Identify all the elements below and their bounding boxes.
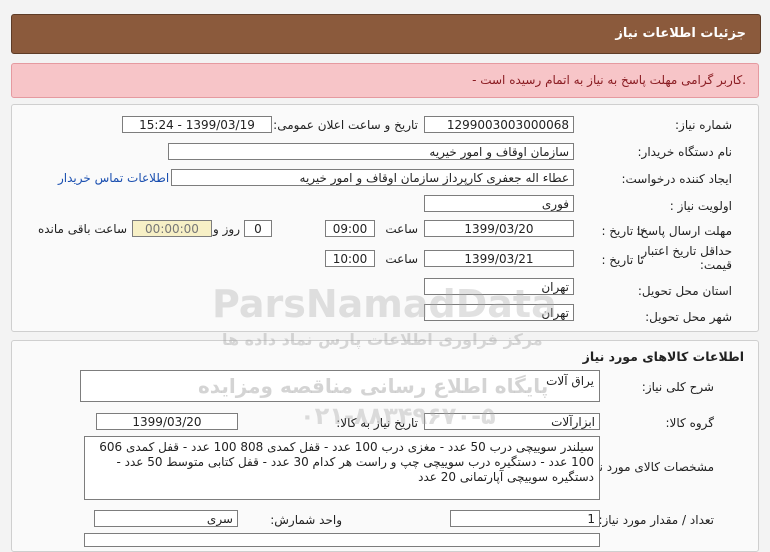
validity-to-date-label: تا تاریخ : [601,253,644,267]
province-label: استان محل تحویل: [637,284,732,298]
validity-time-label: ساعت [385,252,418,266]
goods-section-title: اطلاعات کالاهای مورد نیاز [582,349,744,364]
quantity-label: تعداد / مقدار مورد نیاز: [598,513,714,527]
group-field: ابزارآلات [424,413,600,430]
creator-field: عطاء اله جعفری کارپرداز سازمان اوقاف و ا… [171,169,574,186]
priority-label: اولویت نیاز : [669,199,732,213]
buyer-label: نام دستگاه خریدار: [637,145,733,159]
city-label: شهر محل تحویل: [645,310,732,324]
unit-label: واحد شمارش: [270,513,342,527]
deadline-time-field: 09:00 [325,220,375,237]
need-date-field: 1399/03/20 [96,413,238,430]
specs-label: مشخصات کالای مورد نیاز: [582,460,714,474]
city-field: تهران [424,304,574,321]
page-title: جزئیات اطلاعات نیاز [615,26,746,41]
validity-label-1: حداقل تاریخ اعتبار [641,244,732,258]
validity-date-field: 1399/03/21 [424,250,574,267]
need-number-label: شماره نیاز: [675,118,732,132]
buyer-field: سازمان اوقاف و امور خیریه [168,143,574,160]
unit-field: سری [94,510,238,527]
page-header: جزئیات اطلاعات نیاز [11,14,761,54]
need-number-field: 1299003003000068 [424,116,574,133]
remaining-time-field: 00:00:00 [132,220,212,237]
group-label: گروه کالا: [665,416,715,430]
need-date-label: تاریخ نیاز به کالا: [336,416,418,430]
announce-label: تاریخ و ساعت اعلان عمومی: [273,118,418,132]
days-label: روز و [213,222,240,236]
remaining-label: ساعت باقی مانده [37,222,127,236]
deadline-date-field: 1399/03/20 [424,220,574,237]
summary-label: شرح کلی نیاز: [641,380,714,394]
creator-label: ایجاد کننده درخواست: [621,172,732,186]
deadline-alert: - کاربر گرامی مهلت پاسخ به نیاز به اتمام… [11,63,759,98]
deadline-time-label: ساعت [385,222,418,236]
quantity-field: 1 [450,510,600,527]
province-field: تهران [424,278,574,295]
buyer-contact-link[interactable]: اطلاعات تماس خریدار [58,171,169,185]
specs-field: سیلندر سوییچی درب 50 عدد - مغزی درب 100 … [84,436,600,500]
deadline-label: مهلت ارسال پاسخ: [636,224,732,238]
summary-field: یراق آلات [80,370,600,402]
validity-time-field: 10:00 [325,250,375,267]
announce-field: 1399/03/19 - 15:24 [122,116,272,133]
days-field: 0 [244,220,272,237]
deadline-to-date-label: تا تاریخ : [601,224,644,238]
alert-message: - کاربر گرامی مهلت پاسخ به نیاز به اتمام… [472,73,746,87]
priority-field: فوری [424,195,574,212]
validity-label-2: قیمت: [699,258,732,272]
